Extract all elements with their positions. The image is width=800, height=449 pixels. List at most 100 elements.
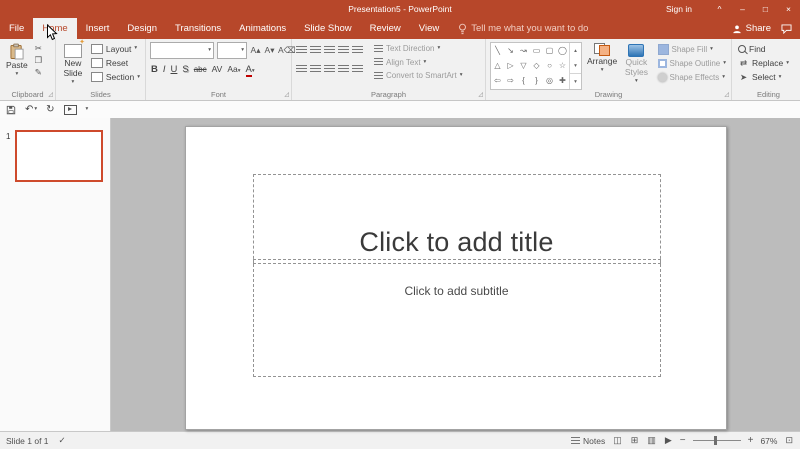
undo-button[interactable]: ↶ ▾ (25, 104, 37, 115)
customize-qat-button[interactable]: ▾ (86, 106, 89, 113)
bullets-icon[interactable] (296, 46, 307, 55)
strikethrough-button[interactable]: abc (193, 65, 208, 75)
comments-icon[interactable] (781, 23, 792, 34)
zoom-out-button[interactable]: − (680, 435, 686, 446)
justify-icon[interactable] (338, 65, 349, 74)
redo-button[interactable]: ↻ (46, 104, 54, 115)
shape-icon[interactable]: ▷ (504, 58, 517, 73)
shapes-scroll-up-icon[interactable]: ▴ (570, 43, 581, 58)
tab-home[interactable]: Home (33, 18, 77, 39)
notes-toggle[interactable]: Notes (571, 436, 605, 446)
shape-icon[interactable]: ⇦ (491, 73, 504, 88)
text-shadow-button[interactable]: S (181, 64, 189, 75)
drawing-dialog-launcher[interactable]: ◿ (724, 92, 729, 98)
slideshow-view-button[interactable]: ▶ (664, 435, 673, 446)
section-button[interactable]: Section ▾ (89, 71, 142, 83)
slide-indicator[interactable]: Slide 1 of 1 (6, 436, 49, 446)
align-center-icon[interactable] (310, 65, 321, 74)
save-button[interactable] (6, 105, 16, 115)
replace-button[interactable]: ⇄ Replace ▾ (736, 57, 791, 69)
change-case-button[interactable]: Aa▾ (226, 64, 241, 75)
shape-icon[interactable]: { (517, 73, 530, 88)
normal-view-button[interactable]: ◫ (612, 435, 623, 446)
new-slide-button[interactable]: ✦ New Slide ▾ (60, 39, 86, 86)
align-right-icon[interactable] (324, 65, 335, 74)
zoom-slider-thumb[interactable] (714, 436, 718, 445)
shape-icon[interactable]: △ (491, 58, 504, 73)
spell-check-icon[interactable]: ✓ (59, 435, 66, 446)
decrease-font-size-button[interactable]: A▾ (264, 45, 275, 55)
increase-indent-icon[interactable] (338, 46, 349, 55)
convert-to-smartart-button[interactable]: Convert to SmartArt ▾ (372, 70, 464, 82)
shape-icon[interactable]: ◯ (556, 43, 569, 58)
numbering-icon[interactable] (310, 46, 321, 55)
zoom-level[interactable]: 67% (760, 436, 777, 446)
shape-icon[interactable]: ↘ (504, 43, 517, 58)
align-left-icon[interactable] (296, 65, 307, 74)
font-dialog-launcher[interactable]: ◿ (284, 92, 289, 98)
cut-button[interactable]: ✂ (33, 43, 44, 53)
shape-icon[interactable]: ╲ (491, 43, 504, 58)
shape-icon[interactable]: ↝ (517, 43, 530, 58)
increase-font-size-button[interactable]: A▴ (250, 45, 261, 55)
shape-effects-button[interactable]: Shape Effects ▾ (656, 72, 728, 84)
tab-transitions[interactable]: Transitions (166, 18, 230, 39)
tab-animations[interactable]: Animations (230, 18, 295, 39)
italic-button[interactable]: I (162, 64, 167, 75)
paragraph-dialog-launcher[interactable]: ◿ (478, 92, 483, 98)
text-direction-button[interactable]: Text Direction ▾ (372, 43, 464, 55)
shapes-scroll-down-icon[interactable]: ▾ (570, 58, 581, 73)
shapes-more-icon[interactable]: ▾ (570, 73, 581, 89)
font-color-button[interactable]: A▾ (245, 63, 256, 77)
shape-icon[interactable]: ▢ (543, 43, 556, 58)
arrange-button[interactable]: Arrange ▾ (585, 42, 619, 74)
copy-button[interactable]: ❐ (33, 55, 44, 65)
reset-button[interactable]: Reset (89, 57, 142, 69)
font-name-combo[interactable]: ▾ (150, 42, 214, 59)
font-size-combo[interactable]: ▾ (217, 42, 247, 59)
underline-button[interactable]: U (170, 64, 179, 75)
share-button[interactable]: Share (732, 23, 771, 34)
shape-icon[interactable]: ▭ (530, 43, 543, 58)
subtitle-placeholder[interactable]: Click to add subtitle (252, 259, 661, 377)
clipboard-dialog-launcher[interactable]: ◿ (48, 92, 53, 98)
slide-thumbnail[interactable] (15, 130, 103, 182)
start-from-beginning-button[interactable] (63, 104, 77, 115)
tab-design[interactable]: Design (118, 18, 166, 39)
tell-me-box[interactable]: Tell me what you want to do (448, 18, 598, 39)
align-text-button[interactable]: Align Text ▾ (372, 57, 464, 69)
tab-review[interactable]: Review (361, 18, 410, 39)
shape-outline-button[interactable]: Shape Outline ▾ (656, 58, 728, 70)
paste-button[interactable]: Paste ▾ (4, 42, 30, 78)
quick-styles-button[interactable]: Quick Styles ▾ (622, 42, 650, 85)
columns-icon[interactable] (352, 65, 363, 74)
shape-icon[interactable]: ⇨ (504, 73, 517, 88)
shape-icon[interactable]: ○ (543, 58, 556, 73)
zoom-in-button[interactable]: + (748, 435, 754, 446)
select-button[interactable]: ➤ Select ▾ (736, 71, 791, 83)
bold-button[interactable]: B (150, 64, 159, 75)
minimize-button[interactable]: – (731, 0, 754, 18)
shape-icon[interactable]: ▽ (517, 58, 530, 73)
slide[interactable]: Click to add title Click to add subtitle (184, 126, 727, 430)
slide-sorter-view-button[interactable]: ⊞ (630, 435, 640, 446)
tab-insert[interactable]: Insert (77, 18, 119, 39)
tab-slideshow[interactable]: Slide Show (295, 18, 361, 39)
shape-icon[interactable]: } (530, 73, 543, 88)
close-button[interactable]: × (777, 0, 800, 18)
sign-in-link[interactable]: Sign in (666, 4, 692, 14)
format-painter-button[interactable]: ✎ (33, 67, 44, 77)
shape-icon[interactable]: ◇ (530, 58, 543, 73)
shape-icon[interactable]: ☆ (556, 58, 569, 73)
title-placeholder[interactable]: Click to add title (252, 174, 661, 264)
maximize-button[interactable]: □ (754, 0, 777, 18)
shape-icon[interactable]: ◎ (543, 73, 556, 88)
find-button[interactable]: Find (736, 43, 791, 55)
ribbon-display-options-button[interactable]: ^ (708, 0, 731, 18)
layout-button[interactable]: Layout ▾ (89, 43, 142, 55)
shape-fill-button[interactable]: Shape Fill ▾ (656, 43, 728, 56)
shape-icon[interactable]: ✚ (556, 73, 569, 88)
tab-file[interactable]: File (0, 18, 33, 39)
tab-view[interactable]: View (410, 18, 448, 39)
fit-to-window-button[interactable]: ⊡ (784, 435, 794, 446)
